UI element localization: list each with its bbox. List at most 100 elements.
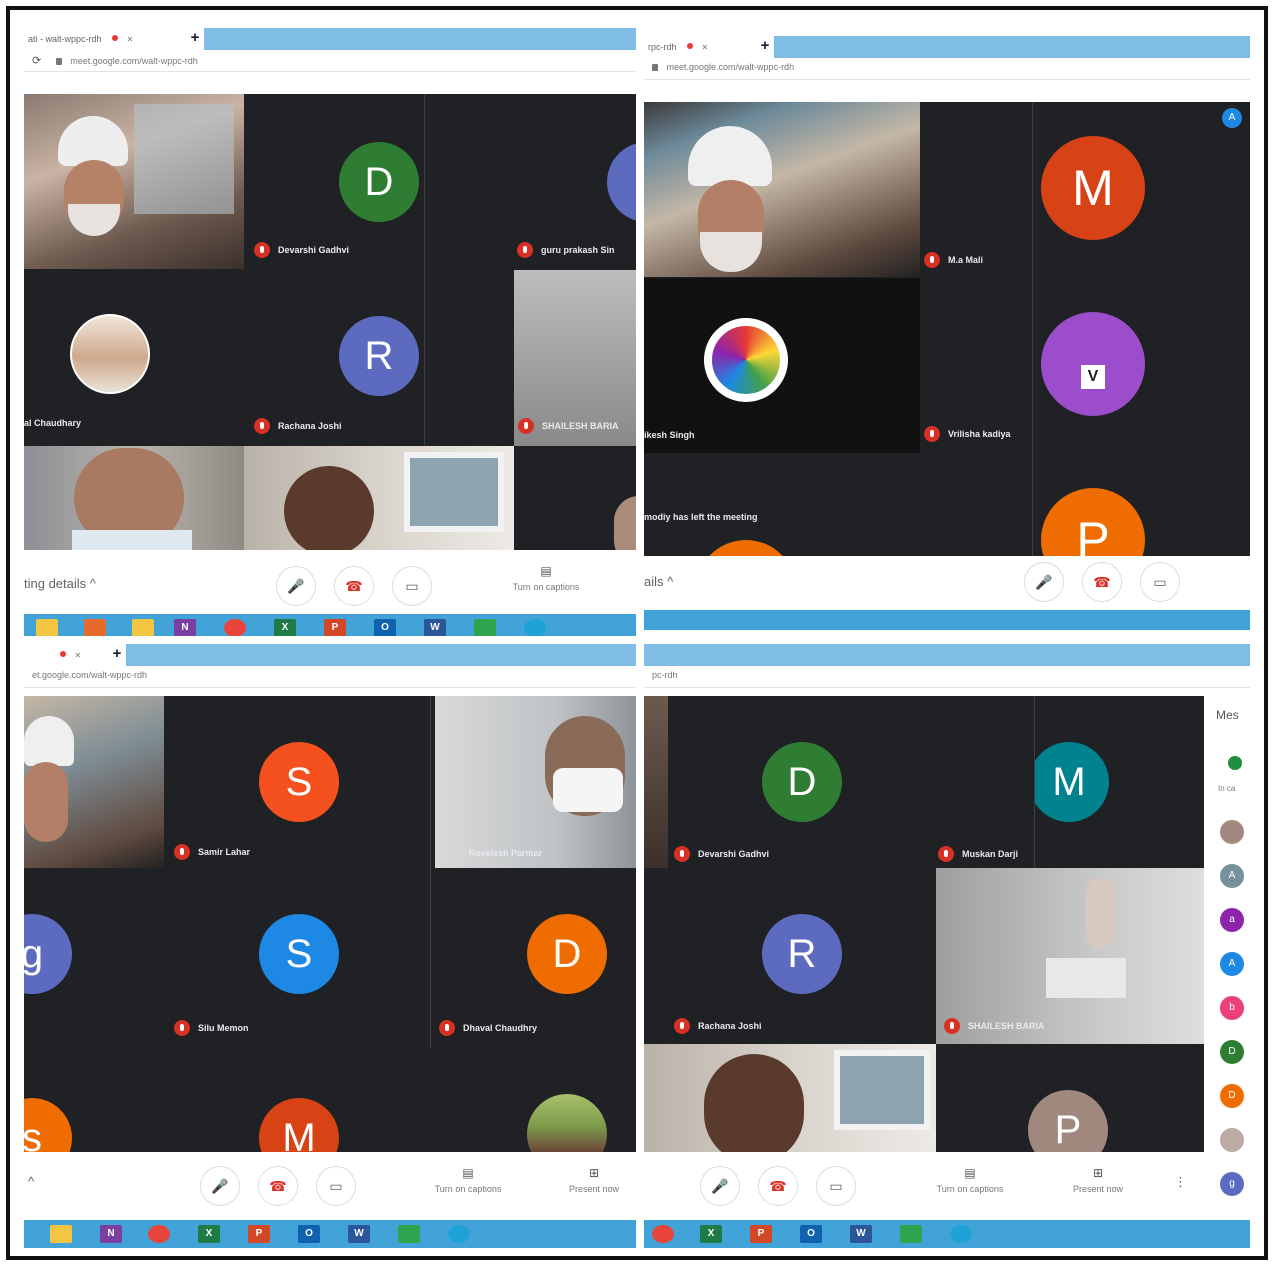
outlook-icon[interactable]: O: [800, 1225, 822, 1243]
mic-off-icon: [924, 252, 940, 268]
captions-button[interactable]: ▤ Turn on captions: [496, 564, 596, 592]
address-bar[interactable]: et.google.com/walt-wppc-rdh: [24, 666, 636, 688]
word-icon[interactable]: W: [424, 619, 446, 636]
onenote-icon[interactable]: N: [174, 619, 196, 636]
participant-video: [514, 446, 636, 550]
browser-tab[interactable]: ✕: [24, 644, 94, 666]
participant-name: SHAILESH BARIA: [944, 1018, 1045, 1034]
mic-button[interactable]: 🎤: [1024, 562, 1064, 602]
file-explorer-icon[interactable]: [36, 619, 58, 636]
meeting-details-button[interactable]: ails ^: [644, 574, 673, 589]
participant-dot[interactable]: D: [1220, 1084, 1244, 1108]
reload-icon[interactable]: ⟳: [32, 55, 41, 67]
leave-call-button[interactable]: ☎: [334, 566, 374, 606]
participant-dot[interactable]: A: [1220, 952, 1244, 976]
participant-name: Devarshi Gadhvi: [674, 846, 769, 862]
captions-button[interactable]: ▤ Turn on captions: [920, 1166, 1020, 1194]
participant-avatar: S: [259, 742, 339, 822]
url-text: pc-rdh: [652, 670, 678, 680]
edge-icon[interactable]: [524, 619, 546, 636]
meet-controls: ting details ^ 🎤 ☎ ▭ ▤ Turn on captions: [24, 550, 636, 612]
new-tab-icon[interactable]: +: [756, 36, 774, 58]
mic-off-icon: [924, 426, 940, 442]
folder-icon[interactable]: [132, 619, 154, 636]
hang-up-icon: ☎: [345, 578, 363, 594]
participant-video: SHAILESH BARIA: [936, 868, 1204, 1044]
camera-button[interactable]: ▭: [1140, 562, 1180, 602]
chrome-icon[interactable]: [652, 1225, 674, 1243]
powerpoint-icon[interactable]: P: [324, 619, 346, 636]
edge-icon[interactable]: [448, 1225, 470, 1243]
chrome-icon[interactable]: [148, 1225, 170, 1243]
word-icon[interactable]: W: [348, 1225, 370, 1243]
word-icon[interactable]: W: [850, 1225, 872, 1243]
participant-name: SHAILESH BARIA: [518, 418, 619, 434]
participant-dot[interactable]: [1220, 1128, 1244, 1152]
meeting-details-button[interactable]: ting details ^: [24, 576, 96, 591]
participant-name: Ravelesh Parmar: [469, 848, 543, 858]
edge-icon[interactable]: [950, 1225, 972, 1243]
participant-name: Vrilisha kadiya: [924, 426, 1011, 442]
participant-dot[interactable]: b: [1220, 996, 1244, 1020]
outlook-icon[interactable]: O: [298, 1225, 320, 1243]
teams-icon[interactable]: [474, 619, 496, 636]
close-tab-icon[interactable]: ✕: [702, 43, 709, 52]
participant-dot[interactable]: a: [1220, 908, 1244, 932]
participant-tile: modiy has left the meeting: [644, 454, 1032, 556]
leave-call-button[interactable]: ☎: [1082, 562, 1122, 602]
browser-tab[interactable]: ati - walt-wppc-rdh ✕: [28, 28, 178, 50]
tab-strip: [204, 28, 636, 50]
teams-icon[interactable]: [900, 1225, 922, 1243]
address-bar[interactable]: ⟳ meet.google.com/walt-wppc-rdh: [24, 50, 636, 72]
participant-dot[interactable]: D: [1220, 1040, 1244, 1064]
close-tab-icon[interactable]: ✕: [75, 651, 82, 660]
mic-button[interactable]: 🎤: [200, 1166, 240, 1206]
present-now-button[interactable]: ⊞ Present now: [1048, 1166, 1148, 1194]
teams-icon[interactable]: [398, 1225, 420, 1243]
more-options-icon[interactable]: ⋮: [1174, 1174, 1187, 1190]
chevron-up-icon[interactable]: ^: [28, 1174, 34, 1189]
address-bar[interactable]: meet.google.com/walt-wppc-rdh: [644, 58, 1250, 80]
new-tab-icon[interactable]: +: [108, 644, 126, 666]
mask-shape: [553, 768, 623, 812]
leave-call-button[interactable]: ☎: [258, 1166, 298, 1206]
leave-call-button[interactable]: ☎: [758, 1166, 798, 1206]
participant-name: Rachana Joshi: [254, 418, 342, 434]
mic-button[interactable]: 🎤: [276, 566, 316, 606]
tab-title: ati - walt-wppc-rdh: [28, 34, 102, 44]
participant-avatar: D: [762, 742, 842, 822]
camera-button[interactable]: ▭: [392, 566, 432, 606]
firefox-icon[interactable]: [84, 619, 106, 636]
people-icon[interactable]: [1228, 756, 1242, 770]
account-badge: A: [1222, 108, 1242, 128]
camera-button[interactable]: ▭: [816, 1166, 856, 1206]
new-tab-icon[interactable]: +: [186, 28, 204, 50]
excel-icon[interactable]: X: [700, 1225, 722, 1243]
participant-dot[interactable]: A: [1220, 864, 1244, 888]
participant-tile: S Samir Lahar: [164, 696, 430, 868]
excel-icon[interactable]: X: [198, 1225, 220, 1243]
address-bar[interactable]: pc-rdh: [644, 666, 1250, 688]
cap-shape: [58, 116, 128, 166]
chrome-icon[interactable]: [224, 619, 246, 636]
participant-dot[interactable]: g: [1220, 1172, 1244, 1196]
powerpoint-icon[interactable]: P: [750, 1225, 772, 1243]
mic-button[interactable]: 🎤: [700, 1166, 740, 1206]
present-now-button[interactable]: ⊞ Present now: [544, 1166, 636, 1194]
meet-grid: M.a Mali M V P A ikesh Singh Vrilisha ka…: [644, 102, 1250, 556]
browser-tab-bar: [644, 640, 1250, 666]
powerpoint-icon[interactable]: P: [248, 1225, 270, 1243]
close-tab-icon[interactable]: ✕: [127, 35, 134, 44]
file-explorer-icon[interactable]: [50, 1225, 72, 1243]
captions-icon: ▤: [964, 1166, 976, 1180]
browser-tab[interactable]: rpc-rdh ✕: [648, 36, 748, 58]
screenshot-collage: ati - walt-wppc-rdh ✕ + ⟳ meet.google.co…: [6, 6, 1268, 1260]
onenote-icon[interactable]: N: [100, 1225, 122, 1243]
outlook-icon[interactable]: O: [374, 619, 396, 636]
participant-video: [244, 446, 514, 550]
captions-icon: ▤: [540, 564, 552, 578]
captions-button[interactable]: ▤ Turn on captions: [418, 1166, 518, 1194]
excel-icon[interactable]: X: [274, 619, 296, 636]
participant-dot[interactable]: [1220, 820, 1244, 844]
camera-button[interactable]: ▭: [316, 1166, 356, 1206]
